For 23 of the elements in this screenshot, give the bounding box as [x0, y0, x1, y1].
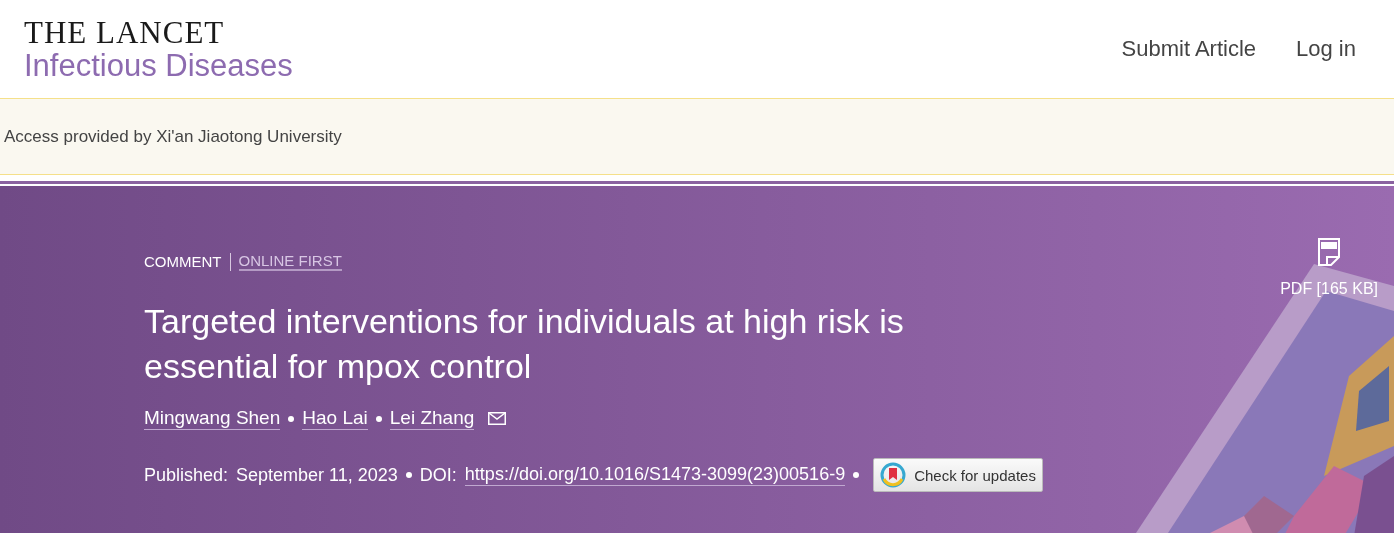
- journal-logo[interactable]: THE LANCET: [24, 17, 293, 48]
- bullet-icon: [853, 472, 860, 478]
- pdf-icon[interactable]: [1318, 238, 1341, 266]
- bullet-icon: [405, 472, 412, 478]
- bookmark-icon: [880, 462, 907, 488]
- email-icon[interactable]: [488, 412, 507, 425]
- access-text: Access provided by Xi'an Jiaotong University: [4, 126, 342, 147]
- doi-label: DOI:: [419, 464, 457, 486]
- nav-link[interactable]: Submit Article: [1121, 36, 1257, 62]
- check-updates-button[interactable]: Check for updates: [873, 458, 1043, 492]
- author-link[interactable]: Hao Lai: [302, 407, 368, 430]
- nav-link[interactable]: Log in: [1296, 36, 1356, 62]
- bullet-icon: [288, 415, 295, 422]
- author-link[interactable]: Lei Zhang: [389, 407, 475, 430]
- bullet-icon: [375, 415, 382, 422]
- journal-subtitle[interactable]: Infectious Diseases: [24, 50, 293, 81]
- article-title: Targeted interventions for individuals at high risk is essential for mpox control: [144, 301, 905, 387]
- published-label: Published:: [144, 464, 229, 486]
- status-link[interactable]: ONLINE FIRST: [238, 252, 342, 271]
- doi-link[interactable]: https://doi.org/10.1016/S1473-3099(23)00516-9: [464, 464, 846, 486]
- author-link[interactable]: Mingwang Shen: [144, 407, 281, 430]
- article-type: COMMENT: [144, 253, 222, 270]
- published-date: September 11, 2023: [236, 464, 398, 486]
